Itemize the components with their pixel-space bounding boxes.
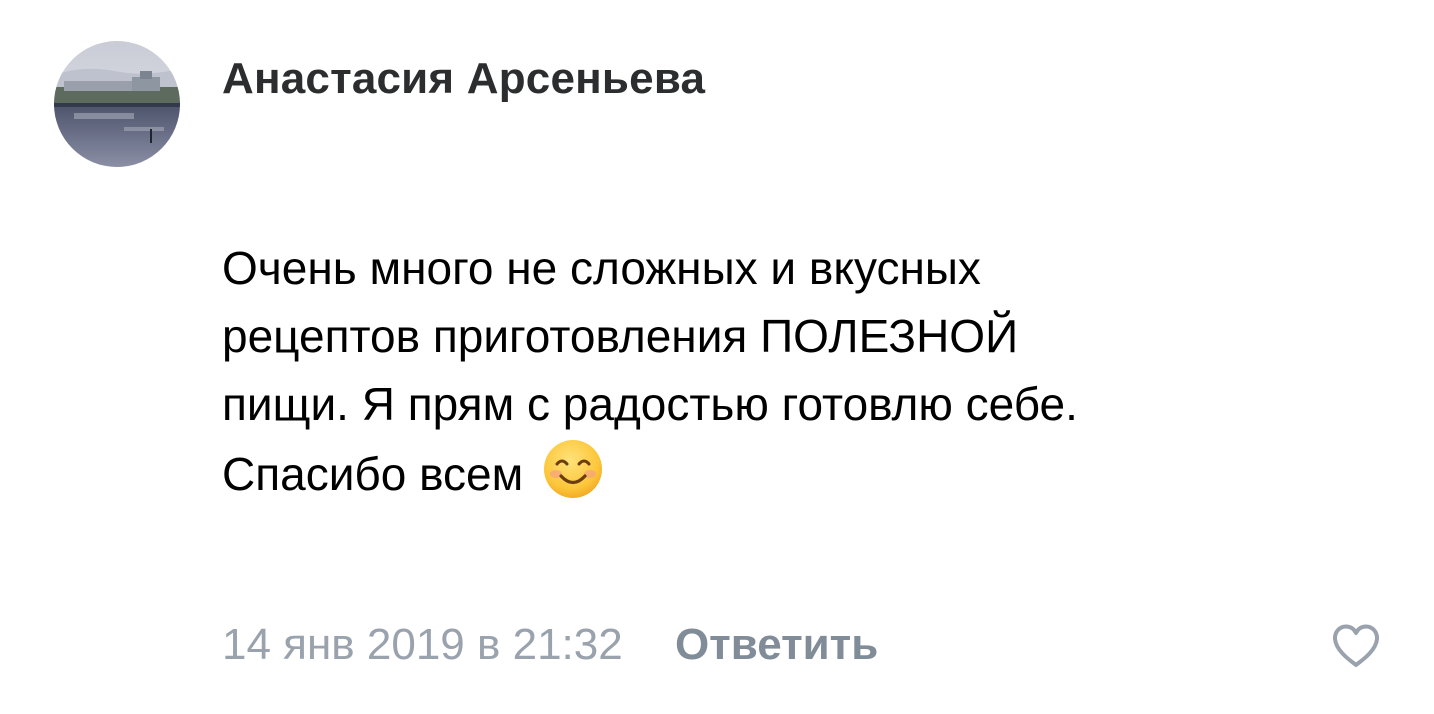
like-button[interactable]: [1330, 622, 1382, 670]
comment-timestamp[interactable]: 14 янв 2019 в 21:32: [222, 620, 623, 669]
comment-line: пищи. Я прям с радостью готовлю себе.: [222, 378, 1078, 430]
author-name[interactable]: Анастасия Арсеньева: [222, 54, 705, 104]
comment-line-last: Спасибо всем: [222, 438, 1222, 508]
avatar[interactable]: [54, 41, 180, 167]
smiling-face-icon: [542, 438, 604, 500]
heart-outline-icon: [1332, 624, 1380, 667]
comment-meta: 14 янв 2019 в 21:32 Ответить: [222, 620, 878, 670]
avatar-landscape-image: [54, 41, 180, 167]
comment-line: Очень много не сложных и вкусных: [222, 242, 981, 294]
reply-button[interactable]: Ответить: [675, 620, 878, 669]
comment-line: Спасибо всем: [222, 448, 524, 500]
comment-text: Очень много не сложных и вкусных рецепто…: [222, 234, 1222, 508]
comment-line: рецептов приготовления ПОЛЕЗНОЙ: [222, 310, 1019, 362]
